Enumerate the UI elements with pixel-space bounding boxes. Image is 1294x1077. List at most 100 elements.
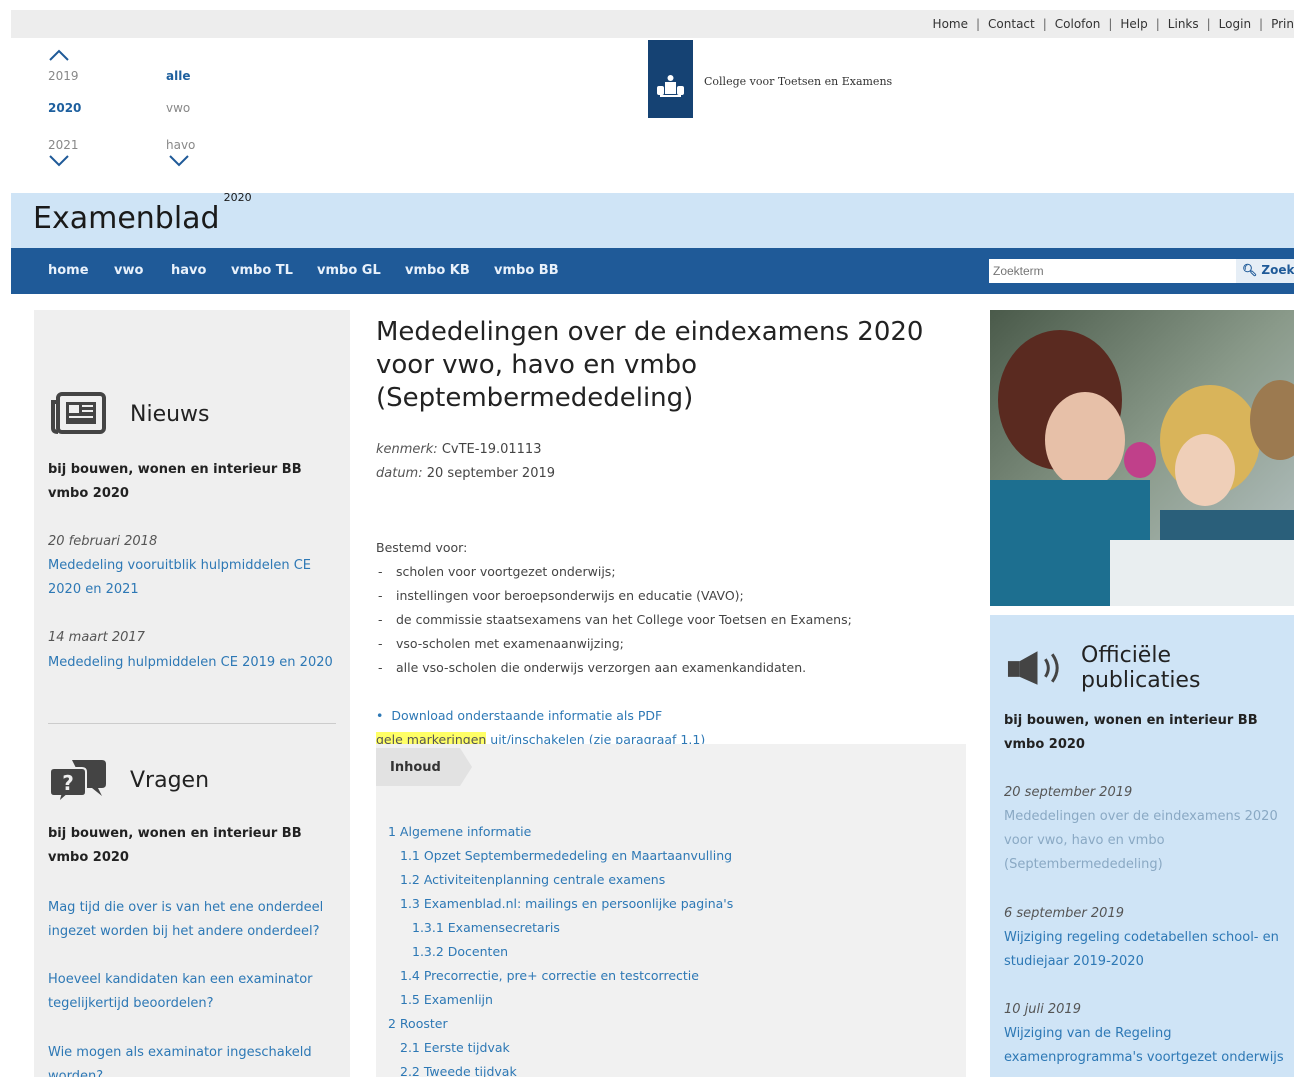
intended-item: instellingen voor beroepsonderwijs en ed… <box>376 584 966 608</box>
level-option-havo[interactable]: havo <box>166 126 226 162</box>
toc-item[interactable]: 1.3.1 Examensecretaris <box>388 916 733 940</box>
table-of-contents: Inhoud 1 Algemene informatie 1.1 Opzet S… <box>376 744 966 1077</box>
year-picker: 2019 2020 2021 <box>48 48 108 168</box>
publication-link-2[interactable]: Wijziging regeling codetabellen school- … <box>1004 926 1294 974</box>
utility-links: Home | Contact | Colofon | Help | Links | Login | Pr… <box>932 17 1294 31</box>
news-heading: Nieuws <box>50 392 210 436</box>
intended-for: Bestemd voor: scholen voor voortgezet on… <box>376 536 966 680</box>
util-link-help[interactable]: Help <box>1120 17 1147 31</box>
search-icon: 🔍︎ <box>1242 263 1258 277</box>
toc-item[interactable]: 1.3.2 Docenten <box>388 940 733 964</box>
article: Mededelingen over de eindexamens 2020 vo… <box>376 316 966 752</box>
toc-item[interactable]: 1.1 Opzet Septembermededeling en Maartaa… <box>388 844 733 868</box>
site-title[interactable]: Examenblad2020 <box>33 191 252 236</box>
level-option-vwo[interactable]: vwo <box>166 90 226 126</box>
year-option-2021[interactable]: 2021 <box>48 126 108 162</box>
news-subject: bij bouwen, wonen en interieur BB vmbo 2… <box>48 462 302 501</box>
datum-value: 20 september 2019 <box>426 466 556 481</box>
year-option-2019[interactable]: 2019 <box>48 62 108 90</box>
kenmerk-row: kenmerk: CvTE-19.01113 <box>376 438 966 462</box>
toc-item[interactable]: 1.3 Examenblad.nl: mailings en persoonli… <box>388 892 733 916</box>
rijksoverheid-logo[interactable] <box>648 40 693 118</box>
util-link-links[interactable]: Links <box>1168 17 1199 31</box>
nav-vmbo-gl[interactable]: vmbo GL <box>317 263 381 278</box>
coat-of-arms-icon <box>657 75 684 97</box>
publications-panel: Officiële publicaties bij bouwen, wonen … <box>990 615 1294 1077</box>
question-bubbles-icon: ? <box>50 760 106 804</box>
toc-item[interactable]: 1 Algemene informatie <box>388 820 733 844</box>
util-link-print[interactable]: Prin <box>1271 17 1294 31</box>
toc-tab: Inhoud <box>376 748 472 786</box>
publication-date-2: 6 september 2019 <box>1004 906 1124 921</box>
publication-link-1[interactable]: Mededelingen over de eindexamens 2020 vo… <box>1004 805 1294 877</box>
download-row: • Download onderstaande informatie als P… <box>376 704 966 728</box>
questions-subject: bij bouwen, wonen en interieur BB vmbo 2… <box>48 826 302 865</box>
site-title-text: Examenblad <box>33 201 220 236</box>
search-button-label: Zoek <box>1261 263 1294 277</box>
site-title-bar: Examenblad2020 <box>11 191 1294 248</box>
megaphone-icon <box>1007 651 1059 685</box>
level-option-alle[interactable]: alle <box>166 62 226 90</box>
nav-havo[interactable]: havo <box>171 263 206 278</box>
util-link-login[interactable]: Login <box>1219 17 1251 31</box>
question-link-2[interactable]: Hoeveel kandidaten kan een examinator te… <box>48 968 338 1016</box>
chevron-up-icon[interactable] <box>48 48 70 62</box>
intended-label: Bestemd voor: <box>376 540 468 555</box>
datum-row: datum: 20 september 2019 <box>376 462 966 486</box>
toc-item[interactable]: 2.2 Tweede tijdvak <box>388 1060 733 1077</box>
datum-label: datum: <box>376 466 423 481</box>
publication-date-1: 20 september 2019 <box>1004 785 1133 800</box>
nav-home[interactable]: home <box>48 263 89 278</box>
publications-subject: bij bouwen, wonen en interieur BB vmbo 2… <box>1004 713 1258 752</box>
right-sidebar: Officiële publicaties bij bouwen, wonen … <box>990 310 1294 1077</box>
kenmerk-value: CvTE-19.01113 <box>441 442 542 457</box>
news-title: Nieuws <box>130 401 210 427</box>
intended-item: de commissie staatsexamens van het Colle… <box>376 608 966 632</box>
search-input[interactable] <box>989 259 1236 283</box>
toc-item[interactable]: 2.1 Eerste tijdvak <box>388 1036 733 1060</box>
students-exam-photo <box>990 310 1294 606</box>
nav-vmbo-bb[interactable]: vmbo BB <box>494 263 559 278</box>
toc-item[interactable]: 2 Rooster <box>388 1012 733 1036</box>
toc-item[interactable]: 1.2 Activiteitenplanning centrale examen… <box>388 868 733 892</box>
publication-date-3: 10 juli 2019 <box>1004 1002 1081 1017</box>
download-pdf-link[interactable]: Download onderstaande informatie als PDF <box>391 708 662 723</box>
bullet-dot-icon: • <box>376 708 384 723</box>
publication-link-3[interactable]: Wijziging van de Regeling examenprogramm… <box>1004 1022 1294 1070</box>
news-link-1[interactable]: Mededeling vooruitblik hulpmiddelen CE 2… <box>48 554 338 602</box>
questions-title: Vragen <box>130 767 210 793</box>
toc-item[interactable]: 1.5 Examenlijn <box>388 988 733 1012</box>
intended-item: alle vso-scholen die onderwijs verzorgen… <box>376 656 966 680</box>
section-divider <box>48 723 336 724</box>
intended-item: scholen voor voortgezet onderwijs; <box>376 560 966 584</box>
news-date-2: 14 maart 2017 <box>48 630 145 645</box>
nav-vmbo-tl[interactable]: vmbo TL <box>231 263 293 278</box>
org-name: College voor Toetsen en Examens <box>704 75 893 88</box>
svg-text:?: ? <box>62 771 74 795</box>
intended-item: vso-scholen met examenaanwijzing; <box>376 632 966 656</box>
toc-item[interactable]: 1.4 Precorrectie, pre+ correctie en test… <box>388 964 733 988</box>
search-button[interactable]: 🔍︎ Zoek <box>1236 259 1294 283</box>
util-link-colofon[interactable]: Colofon <box>1055 17 1101 31</box>
news-date-1: 20 februari 2018 <box>48 534 158 549</box>
main-nav: home vwo havo vmbo TL vmbo GL vmbo KB vm… <box>11 248 1294 294</box>
newspaper-icon <box>51 392 106 434</box>
utility-bar: Home | Contact | Colofon | Help | Links | Login | Pr… <box>11 10 1294 38</box>
questions-heading: ? Vragen <box>50 756 209 804</box>
publications-heading: Officiële publicaties <box>1006 643 1294 693</box>
nav-vwo[interactable]: vwo <box>114 263 143 278</box>
level-picker: alle vwo havo <box>166 48 226 168</box>
news-link-2[interactable]: Mededeling hulpmiddelen CE 2019 en 2020 <box>48 651 338 675</box>
left-sidebar: Nieuws bij bouwen, wonen en interieur BB… <box>34 310 350 1077</box>
article-meta: kenmerk: CvTE-19.01113 datum: 20 septemb… <box>376 438 966 486</box>
article-title: Mededelingen over de eindexamens 2020 vo… <box>376 317 924 413</box>
question-link-3[interactable]: Wie mogen als examinator ingeschakeld wo… <box>48 1041 338 1077</box>
util-link-contact[interactable]: Contact <box>988 17 1035 31</box>
kenmerk-label: kenmerk: <box>376 442 438 457</box>
util-link-home[interactable]: Home <box>933 17 968 31</box>
publications-title: Officiële publicaties <box>1081 643 1201 693</box>
question-link-1[interactable]: Mag tijd die over is van het ene onderde… <box>48 896 338 944</box>
nav-vmbo-kb[interactable]: vmbo KB <box>405 263 470 278</box>
toc-list: 1 Algemene informatie 1.1 Opzet Septembe… <box>388 820 733 1077</box>
year-option-2020[interactable]: 2020 <box>48 90 108 126</box>
